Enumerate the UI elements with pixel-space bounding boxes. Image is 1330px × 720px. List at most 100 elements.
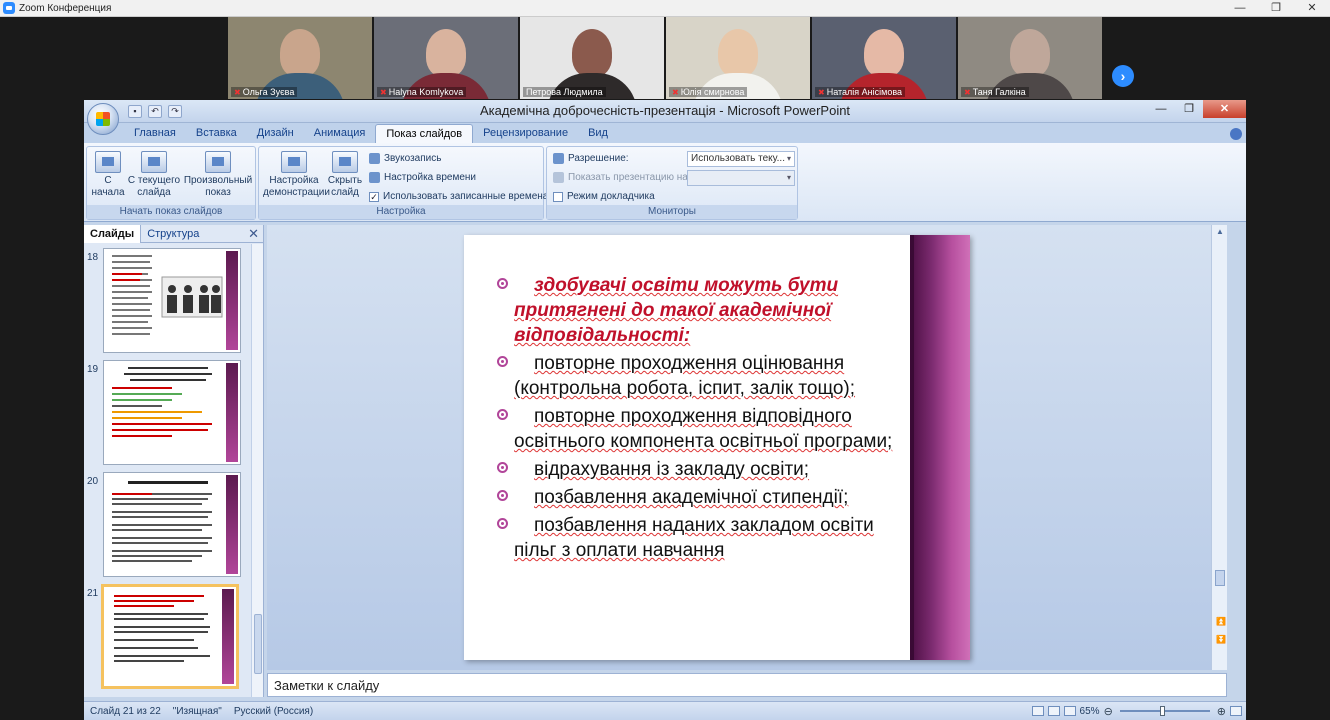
slide-bullet: позбавлення наданих закладом освіти піль… (497, 513, 918, 563)
scroll-up-icon[interactable]: ▲ (1216, 227, 1224, 236)
tab-review[interactable]: Рецензирование (473, 124, 578, 143)
presenter-view-checkbox[interactable]: Режим докладчика (553, 191, 655, 202)
mic-muted-icon: ✖ (964, 87, 971, 97)
status-bar: Слайд 21 из 22 "Изящная" Русский (Россия… (84, 701, 1246, 720)
rehearse-timings-button[interactable]: Настройка времени (369, 172, 476, 183)
tab-view[interactable]: Вид (578, 124, 618, 143)
current-slide[interactable]: здобувачі освіти можуть бути притягнені … (464, 235, 970, 660)
slide-text-body[interactable]: здобувачі освіти можуть бути притягнені … (497, 273, 918, 566)
slide-thumbnail-selected[interactable] (101, 584, 239, 689)
participant-tile[interactable]: ✖ Таня Галкіна (958, 17, 1102, 99)
participant-tile[interactable]: ✖ Ольга Зуєва (228, 17, 372, 99)
participant-tile[interactable]: Петрова Людмила (520, 17, 664, 99)
tab-design[interactable]: Дизайн (247, 124, 304, 143)
ppt-window-title: Академічна доброчесність-презентація - M… (479, 103, 851, 118)
minimize-icon[interactable]: — (1222, 0, 1258, 17)
monitor-icon (553, 172, 564, 183)
group-monitors: Разрешение: Использовать теку... Показат… (546, 146, 798, 220)
tab-slide-show[interactable]: Показ слайдов (375, 124, 474, 143)
notes-pane[interactable]: Заметки к слайду (267, 673, 1227, 697)
zoom-level[interactable]: 65% (1080, 706, 1100, 717)
office-button[interactable] (87, 103, 119, 135)
zoom-title-bar: Zoom Конференция — ❐ ✕ (0, 0, 1330, 17)
setup-show-button[interactable]: Настройка демонстрации (263, 151, 330, 199)
from-start-button[interactable]: С начала (91, 151, 125, 199)
zoom-window-controls: — ❐ ✕ (1222, 0, 1330, 17)
participant-tile[interactable]: ✖ Юлія смирнова (666, 17, 810, 99)
slide-thumbnail[interactable] (103, 248, 241, 353)
next-page-chevron-icon[interactable]: › (1112, 65, 1134, 87)
hide-slide-button[interactable]: Скрыть слайд (327, 151, 363, 199)
group-label: Начать показ слайдов (87, 205, 255, 219)
sorter-view-icon[interactable] (1047, 706, 1060, 716)
bullet-icon (497, 518, 508, 529)
group-label: Мониторы (547, 205, 797, 219)
participant-name-label: ✖ Юлія смирнова (669, 87, 748, 97)
theme-name: "Изящная" (172, 705, 222, 717)
participant-tile[interactable]: ✖ Наталія Анісімова (812, 17, 956, 99)
ribbon: С начала С текущего слайда Произвольный … (84, 143, 1246, 222)
slide-scrollbar[interactable]: ▲ ⏫ ⏬ (1211, 225, 1227, 670)
participant-name-label: ✖ Ольга Зуєва (231, 87, 298, 97)
checkbox-checked-icon: ✓ (369, 191, 379, 202)
zoom-window-title: Zoom Конференция (19, 2, 112, 14)
hide-slide-icon (332, 151, 358, 173)
thumbnail-number: 20 (87, 476, 99, 487)
bullet-icon (497, 409, 508, 420)
show-on-dropdown (687, 170, 795, 186)
slide-bullet: позбавлення академічної стипендії; (497, 485, 918, 510)
restore-icon[interactable]: ❐ (1258, 0, 1294, 17)
next-slide-icon[interactable]: ⏬ (1216, 635, 1226, 644)
slide-bullet: повторне проходження відповідного освітн… (497, 404, 918, 454)
prev-slide-icon[interactable]: ⏫ (1216, 617, 1226, 626)
from-current-button[interactable]: С текущего слайда (127, 151, 181, 199)
slide-thumbnail[interactable] (103, 472, 241, 577)
normal-view-icon[interactable] (1031, 706, 1044, 716)
resolution-dropdown[interactable]: Использовать теку... (687, 151, 795, 167)
language-indicator[interactable]: Русский (Россия) (228, 706, 319, 717)
slides-panel: Слайды Структура ✕ 18 19 20 21 (84, 224, 264, 697)
participant-tile[interactable]: ✖ Halyna Komlykova (374, 17, 518, 99)
zoom-out-icon[interactable]: ⊖ (1104, 705, 1113, 718)
tab-outline[interactable]: Структура (141, 225, 205, 243)
close-icon[interactable]: ✕ (1294, 0, 1330, 17)
group-label: Настройка (259, 205, 543, 219)
mic-muted-icon: ✖ (380, 87, 387, 97)
custom-show-button[interactable]: Произвольный показ (183, 151, 253, 199)
close-icon[interactable]: ✕ (1203, 100, 1246, 118)
panel-tabs: Слайды Структура ✕ (84, 224, 263, 243)
custom-show-icon (205, 151, 231, 173)
thumbnail-content (112, 481, 212, 562)
bullet-icon (497, 490, 508, 501)
help-icon[interactable] (1230, 128, 1242, 140)
mic-muted-icon: ✖ (672, 87, 679, 97)
slideshow-current-icon (141, 151, 167, 173)
slide-thumbnail[interactable] (103, 360, 241, 465)
tab-animation[interactable]: Анимация (304, 124, 376, 143)
tab-slides[interactable]: Слайды (84, 224, 142, 243)
thumbnail-number: 19 (87, 364, 99, 375)
record-narration-button[interactable]: Звукозапись (369, 153, 441, 164)
thumbnail-content (112, 255, 223, 335)
thumbnails-scrollbar[interactable] (251, 244, 263, 697)
fit-to-window-icon[interactable] (1230, 706, 1242, 716)
zoom-controls: 65% ⊖ ⊕ (1031, 705, 1246, 718)
microphone-icon (369, 153, 380, 164)
slideshow-view-icon[interactable] (1063, 706, 1076, 716)
use-timings-checkbox[interactable]: ✓ Использовать записанные времена (369, 191, 548, 202)
maximize-icon[interactable]: ❐ (1175, 100, 1203, 118)
ppt-title-bar: ▪ ↶ ↷ Академічна доброчесність-презентац… (84, 100, 1246, 123)
minimize-icon[interactable]: — (1147, 100, 1175, 118)
participant-name-label: ✖ Наталія Анісімова (815, 87, 906, 97)
tab-home[interactable]: Главная (124, 124, 186, 143)
zoom-in-icon[interactable]: ⊕ (1217, 705, 1226, 718)
tab-insert[interactable]: Вставка (186, 124, 247, 143)
participant-name-label: ✖ Таня Галкіна (961, 87, 1029, 97)
resolution-label: Разрешение: (553, 153, 629, 164)
ribbon-tabs: Главная Вставка Дизайн Анимация Показ сл… (84, 123, 1246, 143)
zoom-slider[interactable] (1119, 706, 1210, 716)
slide-editor: здобувачі освіти можуть бути притягнені … (267, 225, 1227, 670)
close-panel-icon[interactable]: ✕ (248, 226, 259, 242)
group-setup: Настройка демонстрации Скрыть слайд Звук… (258, 146, 548, 220)
slide-bullet: повторне проходження оцінювання (контрол… (497, 351, 918, 401)
